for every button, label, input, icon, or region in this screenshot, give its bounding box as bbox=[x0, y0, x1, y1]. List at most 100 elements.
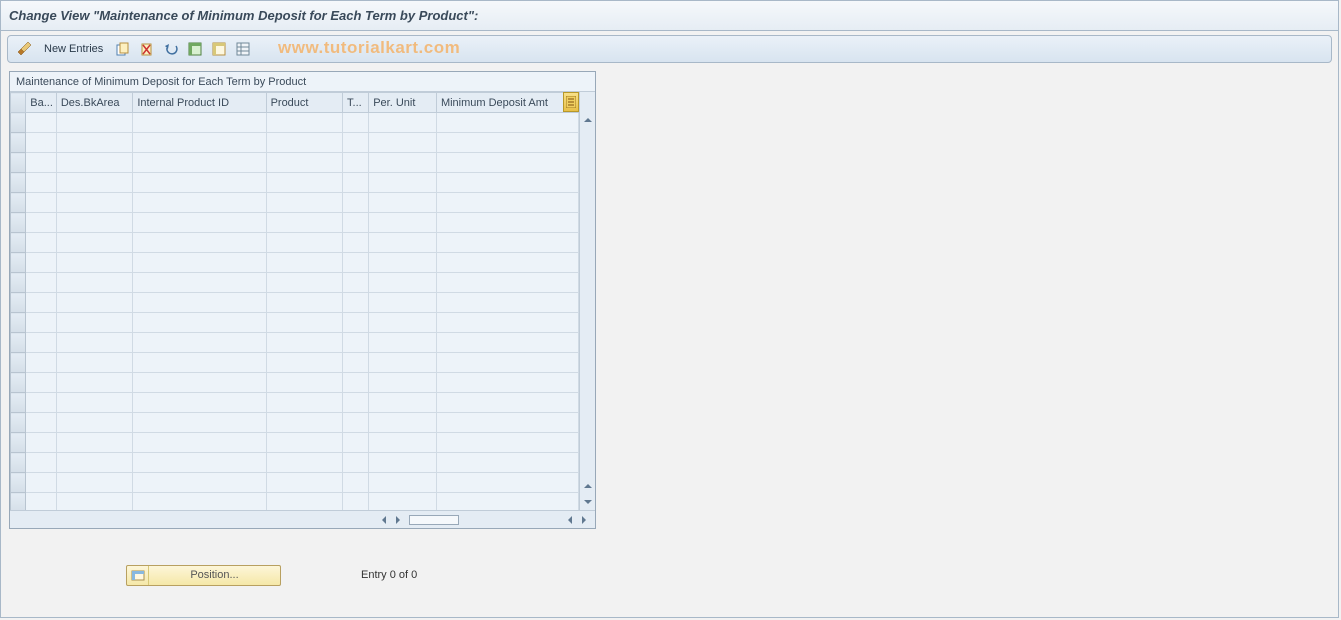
cell[interactable] bbox=[56, 193, 132, 213]
vertical-scrollbar[interactable] bbox=[579, 92, 595, 510]
cell[interactable] bbox=[26, 393, 57, 413]
cell[interactable] bbox=[26, 453, 57, 473]
position-button[interactable]: Position... bbox=[126, 565, 281, 586]
row-selector[interactable] bbox=[11, 233, 26, 253]
cell[interactable] bbox=[343, 393, 369, 413]
cell[interactable] bbox=[369, 293, 437, 313]
column-header[interactable]: Per. Unit bbox=[369, 93, 437, 113]
cell[interactable] bbox=[343, 153, 369, 173]
row-selector[interactable] bbox=[11, 313, 26, 333]
print-button[interactable] bbox=[233, 39, 253, 59]
cell[interactable] bbox=[56, 433, 132, 453]
cell[interactable] bbox=[343, 493, 369, 511]
cell[interactable] bbox=[133, 353, 266, 373]
cell[interactable] bbox=[56, 133, 132, 153]
cell[interactable] bbox=[343, 213, 369, 233]
cell[interactable] bbox=[56, 493, 132, 511]
cell[interactable] bbox=[369, 193, 437, 213]
cell[interactable] bbox=[436, 113, 578, 133]
row-selector[interactable] bbox=[11, 153, 26, 173]
cell[interactable] bbox=[56, 173, 132, 193]
deselect-all-button[interactable] bbox=[209, 39, 229, 59]
cell[interactable] bbox=[266, 193, 342, 213]
cell[interactable] bbox=[266, 433, 342, 453]
cell[interactable] bbox=[436, 313, 578, 333]
scroll-left-end-button[interactable] bbox=[563, 513, 577, 527]
cell[interactable] bbox=[343, 353, 369, 373]
cell[interactable] bbox=[133, 333, 266, 353]
toggle-mode-button[interactable] bbox=[14, 39, 34, 59]
cell[interactable] bbox=[56, 273, 132, 293]
cell[interactable] bbox=[26, 273, 57, 293]
column-header[interactable]: Des.BkArea bbox=[56, 93, 132, 113]
cell[interactable] bbox=[266, 493, 342, 511]
row-selector[interactable] bbox=[11, 353, 26, 373]
cell[interactable] bbox=[369, 353, 437, 373]
cell[interactable] bbox=[133, 373, 266, 393]
copy-button[interactable] bbox=[113, 39, 133, 59]
cell[interactable] bbox=[56, 233, 132, 253]
cell[interactable] bbox=[56, 253, 132, 273]
cell[interactable] bbox=[369, 493, 437, 511]
cell[interactable] bbox=[436, 333, 578, 353]
cell[interactable] bbox=[266, 153, 342, 173]
cell[interactable] bbox=[343, 453, 369, 473]
cell[interactable] bbox=[436, 273, 578, 293]
cell[interactable] bbox=[133, 473, 266, 493]
row-selector[interactable] bbox=[11, 193, 26, 213]
cell[interactable] bbox=[436, 293, 578, 313]
cell[interactable] bbox=[56, 373, 132, 393]
scroll-down-button[interactable] bbox=[581, 495, 595, 509]
row-selector[interactable] bbox=[11, 113, 26, 133]
scroll-right-button[interactable] bbox=[577, 513, 591, 527]
row-selector[interactable] bbox=[11, 253, 26, 273]
cell[interactable] bbox=[266, 273, 342, 293]
cell[interactable] bbox=[133, 233, 266, 253]
cell[interactable] bbox=[369, 133, 437, 153]
cell[interactable] bbox=[133, 493, 266, 511]
scroll-right-step-button[interactable] bbox=[391, 513, 405, 527]
column-header[interactable]: Ba... bbox=[26, 93, 57, 113]
cell[interactable] bbox=[343, 413, 369, 433]
cell[interactable] bbox=[133, 313, 266, 333]
scroll-thumb[interactable] bbox=[409, 515, 459, 525]
column-header[interactable]: Minimum Deposit Amt bbox=[436, 93, 578, 113]
cell[interactable] bbox=[436, 193, 578, 213]
cell[interactable] bbox=[26, 373, 57, 393]
cell[interactable] bbox=[133, 433, 266, 453]
delete-button[interactable] bbox=[137, 39, 157, 59]
cell[interactable] bbox=[369, 253, 437, 273]
cell[interactable] bbox=[369, 413, 437, 433]
cell[interactable] bbox=[26, 233, 57, 253]
row-selector[interactable] bbox=[11, 133, 26, 153]
cell[interactable] bbox=[369, 453, 437, 473]
cell[interactable] bbox=[26, 133, 57, 153]
cell[interactable] bbox=[26, 293, 57, 313]
cell[interactable] bbox=[26, 493, 57, 511]
cell[interactable] bbox=[133, 293, 266, 313]
column-header[interactable]: Product bbox=[266, 93, 342, 113]
row-selector[interactable] bbox=[11, 473, 26, 493]
cell[interactable] bbox=[26, 193, 57, 213]
cell[interactable] bbox=[343, 433, 369, 453]
cell[interactable] bbox=[343, 173, 369, 193]
cell[interactable] bbox=[436, 433, 578, 453]
row-selector[interactable] bbox=[11, 293, 26, 313]
cell[interactable] bbox=[266, 333, 342, 353]
cell[interactable] bbox=[436, 393, 578, 413]
cell[interactable] bbox=[343, 273, 369, 293]
column-header[interactable]: T... bbox=[343, 93, 369, 113]
row-selector-header[interactable] bbox=[11, 93, 26, 113]
cell[interactable] bbox=[266, 133, 342, 153]
cell[interactable] bbox=[266, 353, 342, 373]
cell[interactable] bbox=[133, 173, 266, 193]
cell[interactable] bbox=[343, 253, 369, 273]
cell[interactable] bbox=[436, 413, 578, 433]
row-selector[interactable] bbox=[11, 333, 26, 353]
cell[interactable] bbox=[436, 493, 578, 511]
cell[interactable] bbox=[266, 373, 342, 393]
cell[interactable] bbox=[56, 453, 132, 473]
cell[interactable] bbox=[436, 473, 578, 493]
cell[interactable] bbox=[369, 313, 437, 333]
cell[interactable] bbox=[266, 253, 342, 273]
